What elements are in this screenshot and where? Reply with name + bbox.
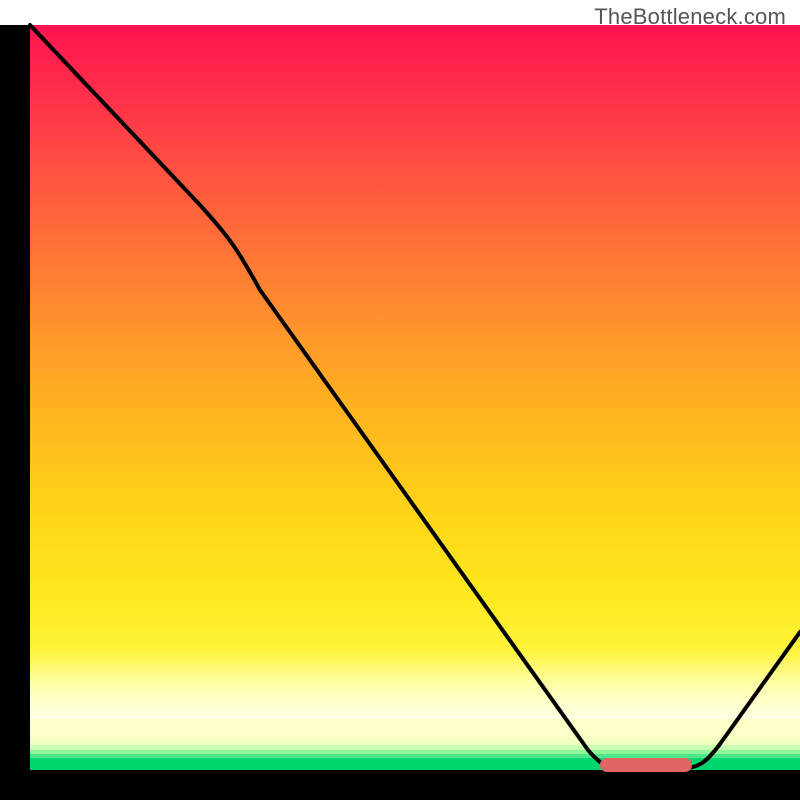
band-teal (30, 754, 800, 758)
chart-svg (0, 0, 800, 800)
band-light-green-1 (30, 745, 800, 750)
optimal-range-marker (600, 758, 692, 772)
band-pale-yellow (30, 719, 800, 737)
chart-container: TheBottleneck.com (0, 0, 800, 800)
band-yellow-green (30, 737, 800, 745)
gradient-body (30, 25, 800, 719)
band-light-green-2 (30, 750, 800, 754)
attribution-label: TheBottleneck.com (594, 4, 786, 30)
